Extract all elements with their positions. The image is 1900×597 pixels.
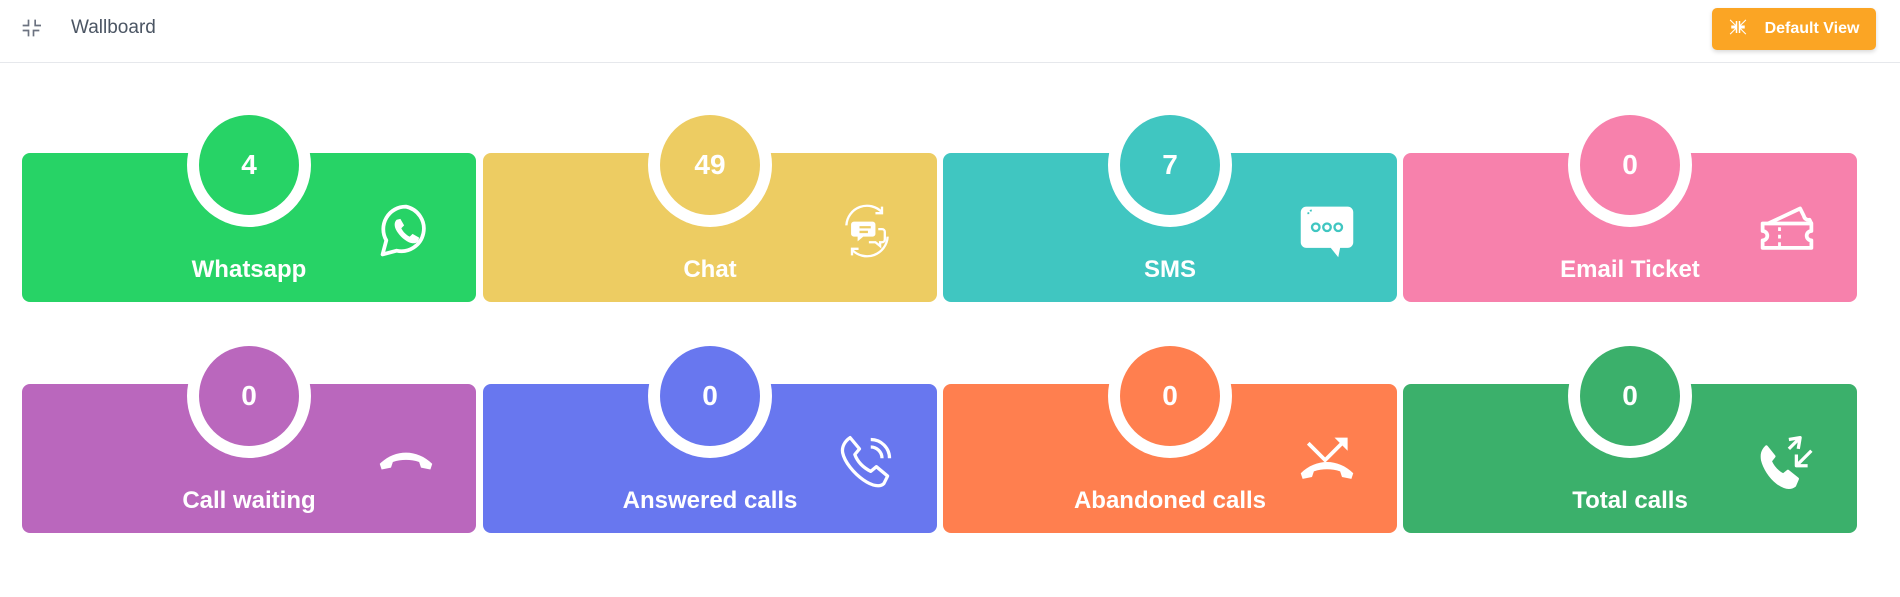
- phone-incoming-icon: [1757, 432, 1817, 492]
- tile-label: Email Ticket: [1560, 256, 1700, 283]
- tile-abandoned-calls[interactable]: 0 Abandoned calls: [943, 334, 1397, 533]
- page-title: Wallboard: [71, 17, 156, 38]
- tile-answered-calls[interactable]: 0 Answered calls: [483, 334, 937, 533]
- default-view-button[interactable]: Default View: [1712, 8, 1876, 50]
- tile-label: Abandoned calls: [1073, 487, 1267, 514]
- count-bubble: 0: [660, 346, 760, 446]
- count-bubble: 0: [1580, 346, 1680, 446]
- default-view-label: Default View: [1764, 20, 1860, 37]
- tile-label: Whatsapp: [191, 256, 307, 283]
- tile-chat[interactable]: 49 Chat: [483, 103, 937, 302]
- tile-whatsapp[interactable]: 4 Whatsapp: [22, 103, 476, 302]
- collapse-icon[interactable]: [19, 16, 43, 40]
- whatsapp-icon: [376, 201, 436, 261]
- count-bubble: 49: [660, 115, 760, 215]
- phone-ringing-icon: [837, 432, 897, 492]
- collapse-arrows-icon: [1729, 18, 1747, 41]
- tile-label: SMS: [1143, 256, 1196, 283]
- phone-hangup-icon: [376, 432, 436, 492]
- tile-email-ticket[interactable]: 0 Email Ticket: [1403, 103, 1857, 302]
- count-bubble: 0: [1120, 346, 1220, 446]
- tile-total-calls[interactable]: 0 Total calls: [1403, 334, 1857, 533]
- tile-label: Total calls: [1572, 487, 1688, 514]
- count-bubble: 0: [199, 346, 299, 446]
- phone-missed-icon: [1297, 432, 1357, 492]
- count-bubble: 7: [1120, 115, 1220, 215]
- tile-call-waiting[interactable]: 0 Call waiting: [22, 334, 476, 533]
- count-bubble: 0: [1580, 115, 1680, 215]
- tile-label: Call waiting: [182, 487, 316, 514]
- tile-label: Answered calls: [622, 487, 798, 514]
- sms-icon: [1297, 201, 1357, 261]
- count-bubble: 4: [199, 115, 299, 215]
- top-bar: Wallboard Default View: [0, 0, 1900, 63]
- tile-sms[interactable]: 7 SMS: [943, 103, 1397, 302]
- ticket-icon: [1757, 201, 1817, 261]
- tile-label: Chat: [683, 256, 737, 283]
- chat-icon: [837, 201, 897, 261]
